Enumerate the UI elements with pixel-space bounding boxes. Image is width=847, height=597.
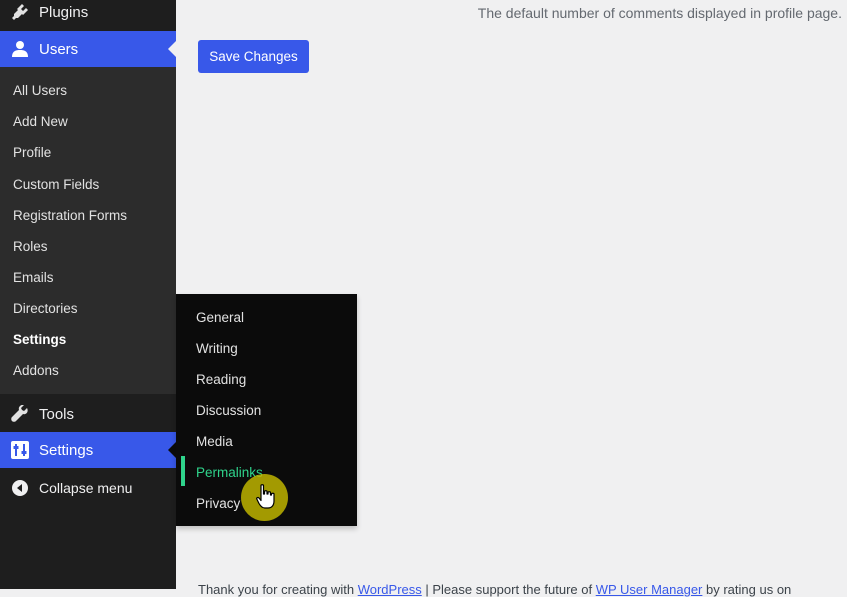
wrench-icon xyxy=(11,405,29,423)
submenu-roles[interactable]: Roles xyxy=(13,239,48,254)
submenu-emails[interactable]: Emails xyxy=(13,270,54,285)
footer-link-wordpress[interactable]: WordPress xyxy=(358,582,422,597)
footer-link-wpum[interactable]: WP User Manager xyxy=(596,582,703,597)
users-submenu: All Users Add New Profile Custom Fields … xyxy=(0,67,176,394)
submenu-registration-forms[interactable]: Registration Forms xyxy=(13,208,127,223)
menu-settings-label: Settings xyxy=(39,441,94,459)
menu-tools-label: Tools xyxy=(39,405,75,423)
plugin-icon xyxy=(11,3,29,21)
settings-sliders-icon xyxy=(11,441,29,459)
menu-plugins-label: Plugins xyxy=(39,3,89,21)
menu-settings[interactable]: Settings xyxy=(0,432,176,468)
flyout-media[interactable]: Media xyxy=(196,434,233,449)
admin-footer: Thank you for creating with WordPress | … xyxy=(198,582,791,597)
menu-tools[interactable]: Tools xyxy=(0,396,176,432)
submenu-add-new[interactable]: Add New xyxy=(13,114,68,129)
menu-users[interactable]: Users xyxy=(0,31,176,67)
submenu-custom-fields[interactable]: Custom Fields xyxy=(13,177,99,192)
footer-text-2: | Please support the future of xyxy=(421,582,596,597)
footer-text-1: Thank you for creating with xyxy=(198,582,358,597)
submenu-directories[interactable]: Directories xyxy=(13,301,78,316)
flyout-reading[interactable]: Reading xyxy=(196,372,246,387)
collapse-menu-label: Collapse menu xyxy=(39,480,133,496)
submenu-all-users[interactable]: All Users xyxy=(13,83,67,98)
submenu-profile[interactable]: Profile xyxy=(13,145,51,160)
hover-indicator xyxy=(181,456,185,486)
menu-plugins[interactable]: Plugins xyxy=(0,0,176,30)
flyout-privacy[interactable]: Privacy xyxy=(196,496,240,511)
flyout-writing[interactable]: Writing xyxy=(196,341,238,356)
menu-users-label: Users xyxy=(39,40,79,58)
admin-sidebar: Plugins Users All Users Add New Profile … xyxy=(0,0,176,589)
footer-text-3: by rating us on xyxy=(702,582,792,597)
save-changes-button[interactable]: Save Changes xyxy=(198,40,309,73)
field-description: The default number of comments displayed… xyxy=(477,5,842,21)
flyout-discussion[interactable]: Discussion xyxy=(196,403,261,418)
collapse-arrow-icon xyxy=(11,479,29,497)
flyout-general[interactable]: General xyxy=(196,310,244,325)
user-icon xyxy=(11,40,29,58)
submenu-addons[interactable]: Addons xyxy=(13,363,59,378)
submenu-settings[interactable]: Settings xyxy=(13,332,66,347)
collapse-menu-button[interactable]: Collapse menu xyxy=(0,470,176,506)
hand-pointer-icon xyxy=(256,484,275,509)
